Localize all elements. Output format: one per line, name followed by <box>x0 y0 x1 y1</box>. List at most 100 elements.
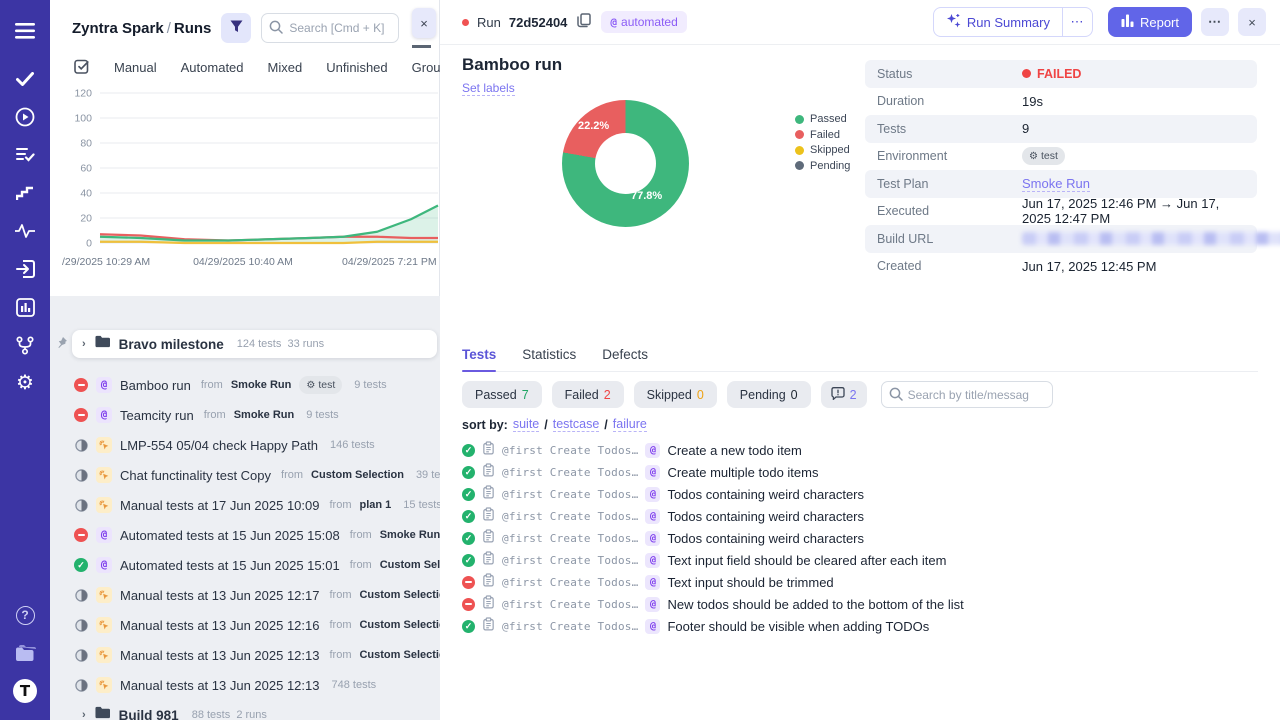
run-row[interactable]: Manual tests at 13 Jun 2025 12:13fromCus… <box>50 640 440 670</box>
run-row[interactable]: @Bamboo runfromSmoke Run⚙test9 tests <box>50 370 440 400</box>
suite-name[interactable]: @first Create Todos… <box>502 532 638 545</box>
select-all-icon[interactable] <box>74 58 90 77</box>
test-row[interactable]: @first Create Todos… @ Text input should b… <box>462 571 964 593</box>
suite-name[interactable]: @first Create Todos… <box>502 620 638 633</box>
automated-type-badge[interactable]: @automated <box>601 11 686 33</box>
automated-icon: @ <box>645 487 660 502</box>
automated-icon: @ <box>96 527 112 543</box>
run-summary-button[interactable]: Run Summary <box>934 8 1062 36</box>
comments-filter-button[interactable]: 2 <box>821 381 867 408</box>
test-title[interactable]: Text input field should be cleared after… <box>667 553 946 568</box>
runs-icon[interactable] <box>0 98 50 136</box>
legend-item-skipped[interactable]: Skipped <box>795 144 850 156</box>
run-summary-label: Run Summary <box>967 15 1050 30</box>
legend-item-failed[interactable]: Failed <box>795 129 850 141</box>
tab-defects[interactable]: Defects <box>602 347 648 362</box>
legend-item-pending[interactable]: Pending <box>795 160 850 172</box>
help-icon[interactable]: ? <box>0 596 50 634</box>
branch-icon[interactable] <box>0 326 50 364</box>
test-title[interactable]: New todos should be added to the bottom … <box>667 597 963 612</box>
test-row[interactable]: ✓@first Create Todos…@Todos containing w… <box>462 483 964 505</box>
filter-button[interactable] <box>221 13 251 43</box>
test-title[interactable]: Text input should be trimmed <box>667 575 833 590</box>
suite-name[interactable]: @first Create Todos… <box>502 598 638 611</box>
run-row[interactable]: @Teamcity runfromSmoke Run9 tests <box>50 400 440 430</box>
sort-by-testcase-link[interactable]: testcase <box>553 417 600 432</box>
settings-gear-icon[interactable]: ⚙ <box>0 364 50 402</box>
runs-tab-manual[interactable]: Manual <box>114 60 157 75</box>
suite-name[interactable]: @first Create Todos… <box>502 488 638 501</box>
group-row[interactable]: ›Build 98188 tests 2 runs <box>50 700 440 720</box>
runs-tab-mixed[interactable]: Mixed <box>268 60 303 75</box>
chevron-right-icon[interactable]: › <box>82 709 86 720</box>
test-row[interactable]: ✓@first Create Todos…@Todos containing w… <box>462 527 964 549</box>
filter-skipped-button[interactable]: Skipped0 <box>634 381 717 408</box>
run-row[interactable]: @Automated tests at 15 Jun 2025 15:08fro… <box>50 520 440 550</box>
tab-statistics[interactable]: Statistics <box>522 347 576 362</box>
steps-icon[interactable] <box>0 174 50 212</box>
test-row[interactable]: ✓@first Create Todos…@Create a new todo … <box>462 439 964 461</box>
test-row[interactable]: ✓@first Create Todos…@Todos containing w… <box>462 505 964 527</box>
legend-item-passed[interactable]: Passed <box>795 113 850 125</box>
copy-run-id-button[interactable] <box>575 11 593 33</box>
close-detail-button[interactable]: × <box>1238 8 1266 36</box>
run-row[interactable]: Manual tests at 17 Jun 2025 10:09frompla… <box>50 490 440 520</box>
run-row[interactable]: Chat functinality test CopyfromCustom Se… <box>50 460 440 490</box>
detail-value: FAILED <box>1022 67 1081 81</box>
test-plan-link[interactable]: Smoke Run <box>1022 176 1090 192</box>
unfinished-icon <box>74 678 88 692</box>
set-labels-link[interactable]: Set labels <box>462 81 515 96</box>
suite-name[interactable]: @first Create Todos… <box>502 510 638 523</box>
automated-icon: @ <box>645 509 660 524</box>
app-logo[interactable]: T <box>0 672 50 710</box>
run-row[interactable]: ✓@Automated tests at 15 Jun 2025 15:01fr… <box>50 550 440 580</box>
test-title[interactable]: Create a new todo item <box>667 443 801 458</box>
test-title[interactable]: Todos containing weird characters <box>667 487 864 502</box>
projects-folder-icon[interactable] <box>0 634 50 672</box>
tests-search-input[interactable] <box>881 381 1053 408</box>
test-title[interactable]: Footer should be visible when adding TOD… <box>667 619 929 634</box>
automated-icon: @ <box>645 575 660 590</box>
test-row[interactable]: ✓@first Create Todos…@Footer should be v… <box>462 615 964 637</box>
run-summary-more-button[interactable]: ⋯ <box>1062 8 1092 36</box>
panel-close-button[interactable]: × <box>412 8 436 38</box>
tab-tests[interactable]: Tests <box>462 347 496 362</box>
clipboard-icon <box>482 551 495 570</box>
suite-name[interactable]: @first Create Todos… <box>502 554 638 567</box>
suite-name[interactable]: @first Create Todos… <box>502 466 638 479</box>
run-row[interactable]: Manual tests at 13 Jun 2025 12:17fromCus… <box>50 580 440 610</box>
redacted-build-url[interactable] <box>1022 232 1280 245</box>
test-row[interactable]: ✓@first Create Todos…@Text input field s… <box>462 549 964 571</box>
run-row[interactable]: LMP-554 05/04 check Happy Path146 tests <box>50 430 440 460</box>
run-row[interactable]: Manual tests at 13 Jun 2025 12:16fromCus… <box>50 610 440 640</box>
analytics-icon[interactable] <box>0 288 50 326</box>
group-row[interactable]: ›Bravo milestone124 tests 33 runs <box>72 330 437 358</box>
test-title[interactable]: Todos containing weird characters <box>667 509 864 524</box>
test-title[interactable]: Create multiple todo items <box>667 465 818 480</box>
more-actions-button[interactable]: ⋯ <box>1201 8 1229 36</box>
test-list-icon[interactable] <box>0 136 50 174</box>
unfinished-icon <box>74 648 88 662</box>
sort-by-suite-link[interactable]: suite <box>513 417 539 432</box>
suite-name[interactable]: @first Create Todos… <box>502 444 638 457</box>
run-detail-panel: Run 72d52404 @automated Run Summary ⋯ Re… <box>440 0 1280 720</box>
pulse-icon[interactable] <box>0 212 50 250</box>
suite-name[interactable]: @first Create Todos… <box>502 576 638 589</box>
filter-failed-button[interactable]: Failed2 <box>552 381 624 408</box>
collapse-icon[interactable]: ▬▬ <box>412 40 430 51</box>
test-title[interactable]: Todos containing weird characters <box>667 531 864 546</box>
test-row[interactable]: ✓@first Create Todos…@Create multiple to… <box>462 461 964 483</box>
chevron-right-icon[interactable]: › <box>82 338 86 350</box>
check-icon[interactable] <box>0 60 50 98</box>
test-row[interactable]: @first Create Todos…@New todos should be… <box>462 593 964 615</box>
sort-by-failure-link[interactable]: failure <box>613 417 647 432</box>
filter-passed-button[interactable]: Passed7 <box>462 381 542 408</box>
filter-pending-button[interactable]: Pending0 <box>727 381 811 408</box>
runs-tab-unfinished[interactable]: Unfinished <box>326 60 387 75</box>
report-button[interactable]: Report <box>1108 7 1192 37</box>
run-row[interactable]: Manual tests at 13 Jun 2025 12:13748 tes… <box>50 670 440 700</box>
clipboard-icon <box>482 463 495 482</box>
menu-icon[interactable] <box>0 12 50 50</box>
runs-tab-automated[interactable]: Automated <box>181 60 244 75</box>
sign-in-icon[interactable] <box>0 250 50 288</box>
